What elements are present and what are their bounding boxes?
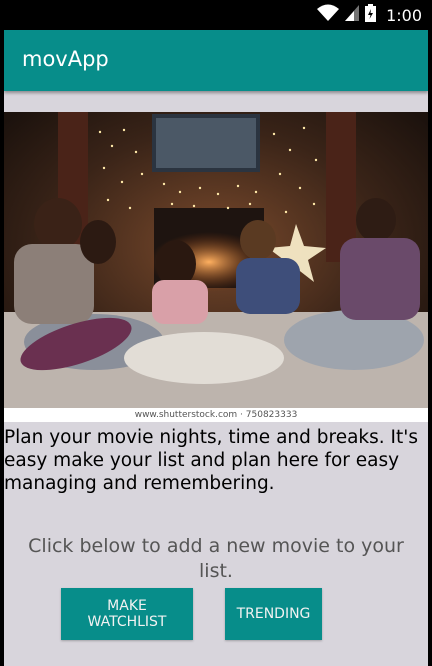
app-title: movApp (22, 47, 109, 71)
app-bar: movApp (4, 30, 428, 91)
cta-text: Click below to add a new movie to your l… (28, 535, 404, 582)
make-watchlist-button[interactable]: MAKE WATCHLIST (61, 588, 193, 640)
image-watermark: www.shutterstock.com · 750823333 (4, 408, 428, 422)
battery-icon (365, 4, 377, 26)
status-icons: 1:00 (317, 4, 422, 26)
cell-signal-icon (345, 5, 360, 25)
wifi-icon (317, 4, 340, 26)
trending-button[interactable]: TRENDING (225, 588, 322, 640)
clock: 1:00 (386, 5, 422, 25)
phone-screen: 1:00 movApp www.shutterstock.com · 75082… (0, 0, 432, 666)
movie-night-image (4, 112, 428, 408)
description-text: Plan your movie nights, time and breaks.… (4, 427, 418, 494)
app-window: movApp www.shutterstock.com · 750823333 … (4, 30, 428, 666)
status-bar: 1:00 (0, 0, 432, 30)
